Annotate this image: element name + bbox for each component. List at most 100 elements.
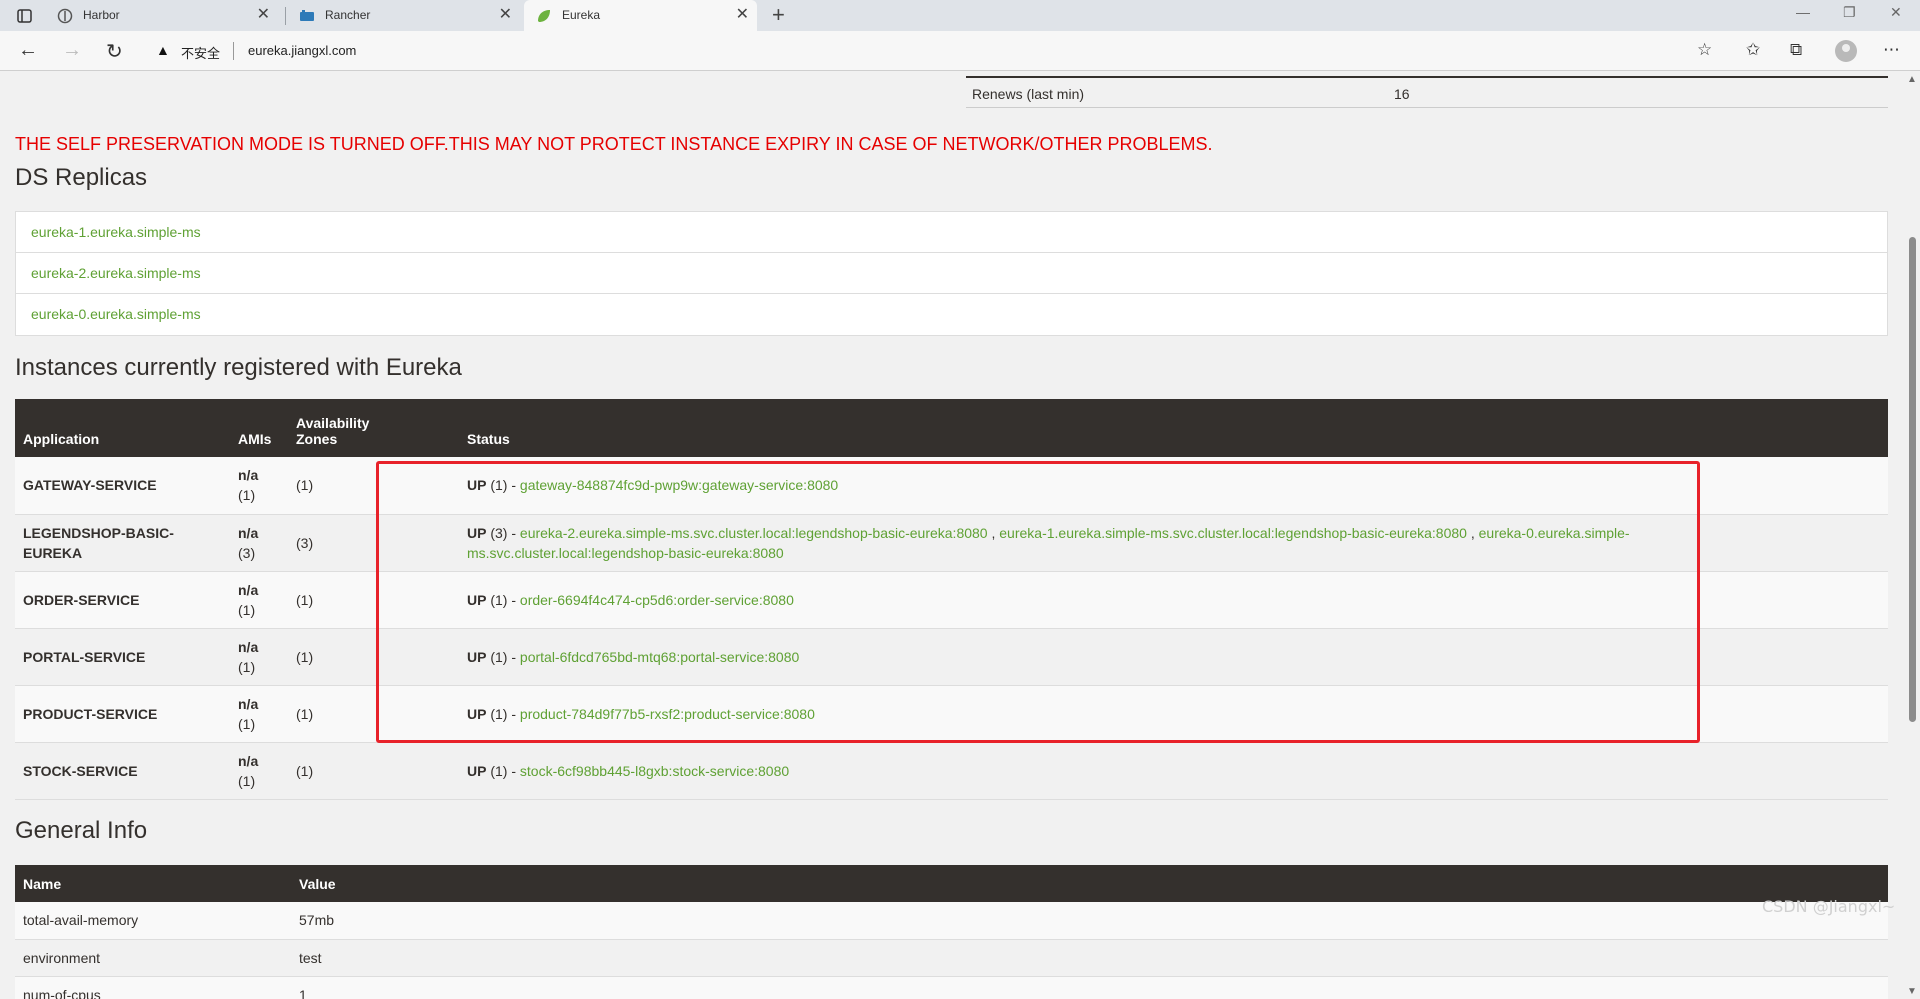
instance-row: ORDER-SERVICE n/a (1) (1) UP (1) - order-669… [15,571,1888,628]
scrollbar-thumb[interactable] [1909,237,1916,722]
back-arrow-icon[interactable]: ← [18,39,38,62]
profile-avatar[interactable] [1835,40,1857,62]
scroll-down-icon[interactable]: ▼ [1907,986,1917,997]
tab-divider [285,7,286,25]
instances-table: Application AMIs Availability Zones Stat… [15,399,1888,800]
instance-link[interactable]: portal-6fdcd765bd-mtq68:portal-service:8… [520,649,799,665]
instance-link[interactable]: gateway-848874fc9d-pwp9w:gateway-service… [520,477,838,493]
status-cell: UP (3) - eureka-2.eureka.simple-ms.svc.c… [467,524,1630,561]
close-icon[interactable]: ✕ [257,4,270,24]
application-name: STOCK-SERVICE [23,762,138,779]
application-name: GATEWAY-SERVICE [23,477,157,494]
header-name: Name [23,875,62,892]
instance-row: PORTAL-SERVICE n/a (1) (1) UP (1) - portal-6… [15,628,1888,685]
info-name: environment [23,949,101,966]
address-bar: ← → ↻ ▲ 不安全 eureka.jiangxl.com ☆ ✩ ⧉ ⋯ [0,31,1920,71]
close-icon[interactable]: ✕ [736,4,749,24]
amis-cell: n/a (1) [230,685,288,742]
collections-icon[interactable]: ⧉ [1790,40,1802,60]
close-icon[interactable]: ✕ [499,4,512,24]
amis-value: n/a [238,752,259,769]
header-zones-line1: Availability [296,415,370,431]
instance-link[interactable]: eureka-2.eureka.simple-ms.svc.cluster.lo… [520,525,988,541]
info-row: total-avail-memory 57mb [15,902,1888,939]
amis-value: n/a [238,581,259,598]
favorites-icon[interactable]: ✩ [1746,40,1760,60]
info-row: num-of-cpus 1 [15,976,1888,999]
status-up-label: UP [467,477,487,494]
tab-eureka[interactable]: Eureka ✕ [524,0,757,31]
zones-cell: (1) [296,477,314,494]
header-value: Value [299,875,336,892]
amis-value: n/a [238,695,259,712]
zones-cell: (1) [296,591,314,608]
status-count: (1) - [490,648,517,665]
general-info-title: General Info [15,817,148,844]
zones-cell: (3) [296,534,314,551]
add-favorite-icon[interactable]: ☆ [1697,40,1712,60]
replica-link[interactable]: eureka-2.eureka.simple-ms [16,253,1887,294]
header-application: Application [23,431,100,447]
amis-cell: n/a (1) [230,457,288,514]
instance-link[interactable]: product-784d9f77b5-rxsf2:product-service… [520,706,815,722]
instance-link[interactable]: eureka-1.eureka.simple-ms.svc.cluster.lo… [999,525,1467,541]
scroll-up-icon[interactable]: ▲ [1907,74,1917,85]
page-scrollbar[interactable]: ▲ ▼ [1904,72,1920,999]
status-count: (3) - [490,524,517,541]
amis-cell: n/a (1) [230,628,288,685]
warning-triangle-icon[interactable]: ▲ [156,42,170,58]
minimize-button[interactable]: — [1796,4,1810,20]
replica-link[interactable]: eureka-1.eureka.simple-ms [16,212,1887,253]
status-up-label: UP [467,648,487,665]
restore-button[interactable]: ❐ [1843,4,1856,21]
info-value: 57mb [299,912,335,929]
header-zones: Availability Zones [288,399,416,457]
security-status-label[interactable]: 不安全 [181,43,220,62]
application-name: ORDER-SERVICE [23,591,140,608]
new-tab-button[interactable]: + [772,2,785,28]
renews-row: Renews (last min) 16 [966,76,1888,108]
tab-actions-icon[interactable] [10,6,40,26]
forward-arrow-icon[interactable]: → [62,39,82,62]
window-close-button[interactable]: ✕ [1890,4,1902,21]
instances-title: Instances currently registered with Eure… [15,354,462,381]
application-name: PRODUCT-SERVICE [23,705,158,722]
status-up-label: UP [467,705,487,722]
self-preservation-warning: THE SELF PRESERVATION MODE IS TURNED OFF… [15,134,1213,154]
info-name: total-avail-memory [23,912,139,929]
amis-cell: n/a (1) [230,742,288,799]
replica-link[interactable]: eureka-0.eureka.simple-ms [16,294,1887,335]
tab-label: Rancher [325,8,371,22]
instance-row: PRODUCT-SERVICE n/a (1) (1) UP (1) - product… [15,685,1888,742]
spring-leaf-favicon-icon [538,10,550,22]
application-name: LEGENDSHOP-BASIC-EUREKA [23,524,174,561]
amis-value: n/a [238,638,259,655]
info-value: 1 [299,986,307,999]
status-up-label: UP [467,524,487,541]
instance-link[interactable]: order-6694f4c474-cp5d6:order-service:808… [520,592,794,608]
amis-cell: n/a (3) [230,514,288,571]
rancher-favicon-icon [300,10,314,21]
general-info-table: Name Value total-avail-memory 57mb environ… [15,865,1888,999]
general-header-row: Name Value [15,865,1888,902]
ds-replicas-title: DS Replicas [15,164,148,191]
amis-count: (1) [238,487,256,504]
status-up-label: UP [467,591,487,608]
tab-harbor[interactable]: Harbor ✕ [45,0,278,31]
instance-row: LEGENDSHOP-BASIC-EUREKA n/a (3) (3) UP (3) -… [15,514,1888,571]
status-count: (1) - [490,705,517,722]
harbor-favicon-icon [57,8,73,24]
tab-label: Harbor [83,8,120,22]
tab-label: Eureka [562,8,601,22]
refresh-icon[interactable]: ↻ [106,39,123,64]
info-row: environment test [15,939,1888,976]
status-up-label: UP [467,762,487,779]
amis-count: (1) [238,715,256,732]
application-name: PORTAL-SERVICE [23,648,146,665]
amis-value: n/a [238,467,259,484]
instance-link[interactable]: stock-6cf98bb445-l8gxb:stock-service:808… [520,763,789,779]
renews-label: Renews (last min) [972,86,1085,102]
tab-rancher[interactable]: Rancher ✕ [287,0,520,31]
more-options-icon[interactable]: ⋯ [1883,40,1900,60]
url-field[interactable]: eureka.jiangxl.com [248,43,356,58]
